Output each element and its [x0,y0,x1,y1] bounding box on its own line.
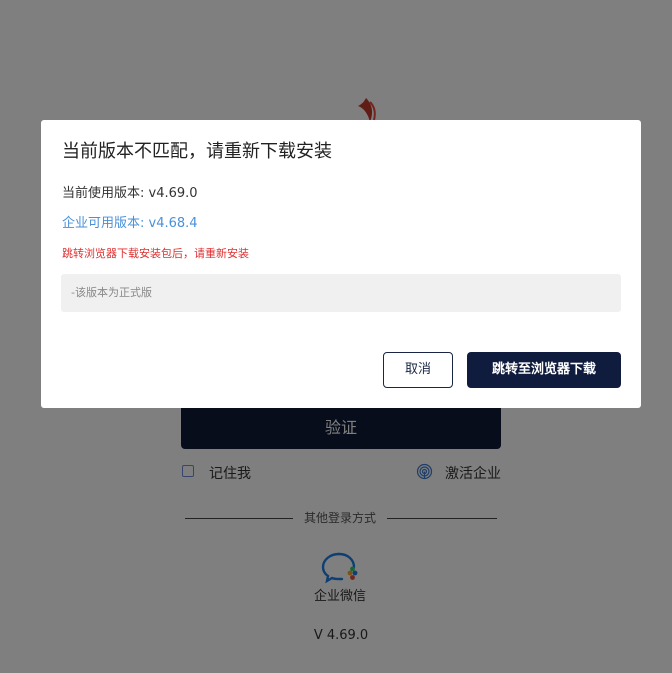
release-notes-box: -该版本为正式版 [61,274,621,312]
available-version-text: 企业可用版本: v4.68.4 [62,216,198,231]
dialog-title: 当前版本不匹配，请重新下载安装 [62,141,332,162]
cancel-button[interactable]: 取消 [383,352,453,388]
browser-download-button[interactable]: 跳转至浏览器下载 [467,352,621,388]
current-version-text: 当前使用版本: v4.69.0 [62,186,198,201]
reinstall-hint-text: 跳转浏览器下载安装包后，请重新安装 [62,247,249,260]
version-mismatch-dialog: 当前版本不匹配，请重新下载安装 当前使用版本: v4.69.0 企业可用版本: … [41,120,641,408]
